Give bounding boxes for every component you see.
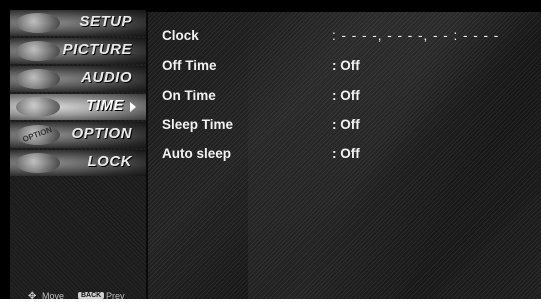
option-icon: OPTION	[16, 125, 60, 145]
prev-label: Prev	[106, 291, 125, 301]
setting-row-sleep-time[interactable]: Sleep Time : Off	[162, 117, 532, 137]
setting-row-clock[interactable]: Clock : - - - -, - - - -, - - : - - - -	[162, 28, 532, 48]
audio-icon	[16, 69, 60, 89]
setting-label: Off Time	[162, 58, 217, 73]
option-thumb-text: OPTION	[21, 125, 54, 144]
move-label: Move	[42, 291, 65, 301]
clock-icon	[16, 97, 60, 117]
menu-item-audio[interactable]: AUDIO	[10, 66, 146, 92]
picture-icon	[16, 41, 60, 61]
menu-item-lock[interactable]: LOCK	[10, 150, 146, 176]
setting-value: : Off	[332, 146, 360, 161]
setting-label: Clock	[162, 28, 199, 43]
menu-item-label: LOCK	[87, 153, 132, 170]
menu-item-setup[interactable]: SETUP	[10, 10, 146, 36]
setting-value: : - - - -, - - - -, - - : - - - -	[332, 28, 500, 43]
menu-sidebar: SETUP PICTURE AUDIO TIME OPTION OPTION L…	[10, 10, 146, 302]
setup-icon	[16, 13, 60, 33]
setting-label: On Time	[162, 88, 216, 103]
setting-value: : Off	[332, 58, 360, 73]
menu-item-label: AUDIO	[81, 69, 132, 86]
menu-item-label: PICTURE	[62, 41, 132, 58]
arrow-right-icon	[130, 102, 136, 112]
move-icon: ✥	[28, 291, 37, 302]
back-key-icon: BACK	[78, 292, 105, 299]
lock-icon	[16, 153, 60, 173]
menu-item-time[interactable]: TIME	[10, 94, 146, 120]
setting-value: : Off	[332, 117, 360, 132]
setting-value: : Off	[332, 88, 360, 103]
time-settings-panel: Clock : - - - -, - - - -, - - : - - - - …	[146, 12, 541, 299]
setting-label: Sleep Time	[162, 117, 234, 132]
setting-row-auto-sleep[interactable]: Auto sleep : Off	[162, 146, 532, 166]
menu-item-label: OPTION	[71, 125, 132, 142]
setting-row-on-time[interactable]: On Time : Off	[162, 88, 532, 108]
menu-item-label: TIME	[86, 97, 124, 114]
setting-row-off-time[interactable]: Off Time : Off	[162, 58, 532, 78]
menu-item-label: SETUP	[79, 13, 132, 30]
menu-item-picture[interactable]: PICTURE	[10, 38, 146, 64]
menu-item-option[interactable]: OPTION OPTION	[10, 122, 146, 148]
menu-list: SETUP PICTURE AUDIO TIME OPTION OPTION L…	[10, 10, 146, 178]
setting-label: Auto sleep	[162, 146, 232, 161]
tv-menu-screen: SETUP PICTURE AUDIO TIME OPTION OPTION L…	[0, 0, 541, 302]
